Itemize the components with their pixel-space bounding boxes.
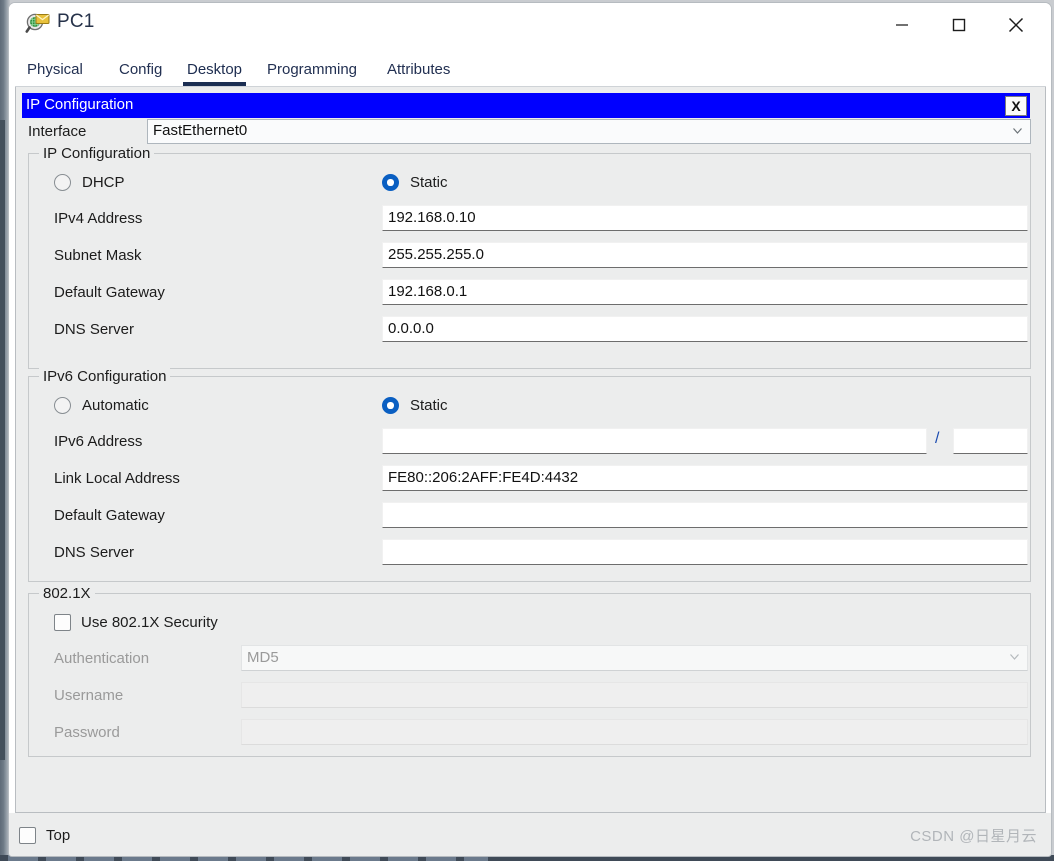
tabbar: Physical Config Desktop Programming Attr… xyxy=(15,53,1046,87)
tab-attributes[interactable]: Attributes xyxy=(383,53,454,86)
password-label: Password xyxy=(54,724,120,741)
tab-programming[interactable]: Programming xyxy=(263,53,361,86)
radio-dhcp-label: DHCP xyxy=(82,174,125,191)
minimize-button[interactable] xyxy=(875,3,929,47)
ipv6-dns-input[interactable] xyxy=(382,539,1028,565)
password-input[interactable] xyxy=(241,719,1028,745)
radio-ipv6-automatic-label: Automatic xyxy=(82,397,149,414)
checkbox-indicator xyxy=(19,827,36,844)
ipv4-address-label: IPv4 Address xyxy=(54,210,143,227)
chevron-down-icon xyxy=(1008,650,1021,663)
radio-ipv6-static[interactable]: Static xyxy=(382,397,448,414)
ipv6-gateway-input[interactable] xyxy=(382,502,1028,528)
username-input[interactable] xyxy=(241,682,1028,708)
ipv6-dns-label: DNS Server xyxy=(54,544,135,561)
window-titlebar: PC1 xyxy=(9,3,1051,47)
screenshot-root: PC1 Physical Config Desktop Programming … xyxy=(0,0,1054,861)
link-local-address-label: Link Local Address xyxy=(54,470,180,487)
radio-ipv6-automatic[interactable]: Automatic xyxy=(54,397,149,414)
dot1x-group-legend: 802.1X xyxy=(39,585,95,602)
prefix-separator: / xyxy=(935,430,940,447)
desktop-panel: IP Configuration X Interface FastEtherne… xyxy=(15,87,1046,813)
dialog-close-button[interactable]: X xyxy=(1005,96,1027,116)
chevron-down-icon xyxy=(1011,124,1024,137)
radio-ipv6-automatic-indicator xyxy=(54,397,71,414)
use-dot1x-security-checkbox[interactable]: Use 802.1X Security xyxy=(54,614,218,631)
close-icon xyxy=(1008,17,1024,33)
packet-tracer-inspect-icon xyxy=(25,11,51,37)
top-checkbox-label: Top xyxy=(46,827,71,844)
ipv4-group-legend: IP Configuration xyxy=(39,145,155,162)
maximize-button[interactable] xyxy=(932,3,986,47)
ipv4-gateway-input[interactable]: 192.168.0.1 xyxy=(382,279,1028,305)
username-label: Username xyxy=(54,687,124,704)
radio-ipv6-static-indicator xyxy=(382,397,399,414)
authentication-value: MD5 xyxy=(247,649,279,666)
link-local-address-input[interactable]: FE80::206:2AFF:FE4D:4432 xyxy=(382,465,1028,491)
authentication-label: Authentication xyxy=(54,650,150,667)
ipv6-prefix-input[interactable] xyxy=(953,428,1028,454)
radio-ipv4-static-label: Static xyxy=(410,174,448,191)
window-footer: Top xyxy=(9,813,1051,856)
ipv6-group-legend: IPv6 Configuration xyxy=(39,368,171,385)
dialog-title: IP Configuration xyxy=(26,96,134,113)
dot1x-group: 802.1X Use 802.1X Security Authenticatio… xyxy=(28,585,1031,757)
ipv4-dns-input[interactable]: 0.0.0.0 xyxy=(382,316,1028,342)
ipv6-address-input[interactable] xyxy=(382,428,927,454)
radio-dhcp-indicator xyxy=(54,174,71,191)
ip-configuration-dialog-titlebar: IP Configuration X xyxy=(22,93,1030,118)
top-checkbox[interactable]: Top xyxy=(19,827,70,844)
interface-label: Interface xyxy=(28,123,87,140)
pc-configuration-window: PC1 Physical Config Desktop Programming … xyxy=(8,2,1052,857)
minimize-icon xyxy=(896,24,908,26)
ipv4-configuration-group: IP Configuration DHCP Static IPv4 Addres… xyxy=(28,145,1031,369)
ipv4-gateway-label: Default Gateway xyxy=(54,284,165,301)
authentication-select[interactable]: MD5 xyxy=(241,645,1028,671)
radio-ipv4-static-indicator xyxy=(382,174,399,191)
close-button[interactable] xyxy=(989,3,1043,47)
ipv6-gateway-label: Default Gateway xyxy=(54,507,165,524)
maximize-icon xyxy=(952,18,966,32)
ipv6-configuration-group: IPv6 Configuration Automatic Static IPv6… xyxy=(28,368,1031,582)
ipv4-dns-label: DNS Server xyxy=(54,321,135,338)
ipv6-address-label: IPv6 Address xyxy=(54,433,143,450)
window-title: PC1 xyxy=(57,11,95,32)
tab-physical[interactable]: Physical xyxy=(23,53,87,86)
tab-desktop[interactable]: Desktop xyxy=(183,53,247,86)
radio-ipv4-static[interactable]: Static xyxy=(382,174,448,191)
checkbox-indicator xyxy=(54,614,71,631)
desktop-background-strip xyxy=(0,120,5,760)
watermark: CSDN @日星月云 xyxy=(910,828,1037,845)
subnet-mask-label: Subnet Mask xyxy=(54,247,142,264)
interface-value: FastEthernet0 xyxy=(153,122,248,139)
tab-config[interactable]: Config xyxy=(115,53,166,86)
ipv4-address-input[interactable]: 192.168.0.10 xyxy=(382,205,1028,231)
subnet-mask-input[interactable]: 255.255.255.0 xyxy=(382,242,1028,268)
radio-ipv6-static-label: Static xyxy=(410,397,448,414)
interface-select[interactable]: FastEthernet0 xyxy=(147,119,1031,144)
use-dot1x-security-label: Use 802.1X Security xyxy=(81,614,218,631)
radio-dhcp[interactable]: DHCP xyxy=(54,174,125,191)
